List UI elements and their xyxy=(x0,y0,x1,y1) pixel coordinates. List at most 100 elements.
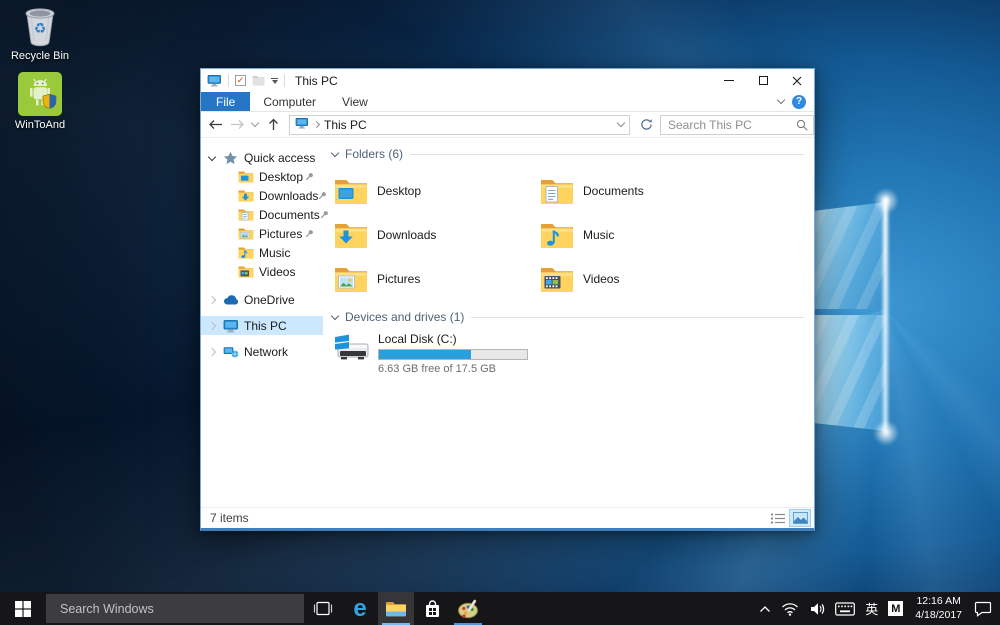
customize-qat-dropdown[interactable] xyxy=(271,78,278,84)
uac-shield-icon xyxy=(43,94,56,108)
chevron-collapsed-icon[interactable] xyxy=(208,347,216,355)
recycle-bin-desktop-icon[interactable]: ♻ Recycle Bin xyxy=(2,5,78,62)
chevron-collapsed-icon[interactable] xyxy=(208,321,216,329)
sidebar-item-this-pc[interactable]: This PC xyxy=(201,316,323,335)
network-icon xyxy=(222,345,239,358)
ime-language-indicator[interactable]: 英 xyxy=(860,592,883,625)
task-view-icon xyxy=(313,601,333,616)
item-count: 7 items xyxy=(210,511,249,525)
maximize-button[interactable] xyxy=(746,69,780,92)
quick-access-star-icon xyxy=(222,151,239,165)
forward-button-disabled[interactable] xyxy=(227,115,247,135)
sidebar-item-quick-access[interactable]: Quick access xyxy=(201,148,323,167)
sidebar-item-desktop[interactable]: Desktop xyxy=(201,167,323,186)
back-button[interactable] xyxy=(205,115,225,135)
pin-icon xyxy=(320,210,329,219)
minimize-button[interactable] xyxy=(712,69,746,92)
title-bar[interactable]: ✓ This PC xyxy=(201,69,814,92)
edge-icon: e xyxy=(353,597,366,621)
thumbnail-view-button[interactable] xyxy=(789,509,811,527)
show-hidden-icons-button[interactable] xyxy=(754,592,776,625)
ime-mode-badge: M xyxy=(888,601,903,616)
search-input[interactable] xyxy=(666,117,796,133)
chevron-collapsed-icon[interactable] xyxy=(208,295,216,303)
desktop: ♻ Recycle Bin WinToAnd xyxy=(0,0,1000,625)
status-bar: 7 items xyxy=(201,507,814,528)
speaker-icon xyxy=(809,602,825,616)
taskbar-paint-palette-button[interactable] xyxy=(450,592,486,625)
start-button[interactable] xyxy=(0,592,46,625)
breadcrumb[interactable]: This PC xyxy=(324,118,367,132)
collapse-group-chevron-icon[interactable] xyxy=(331,311,339,319)
sidebar-item-music[interactable]: Music xyxy=(201,243,323,262)
group-header-folders[interactable]: Folders (6) xyxy=(332,146,808,162)
system-tray: 英 M 12:16 AM 4/18/2017 xyxy=(754,592,1000,625)
drive-usage-fill xyxy=(379,350,471,359)
sidebar-item-downloads[interactable]: Downloads xyxy=(201,186,323,205)
chevron-expanded-icon[interactable] xyxy=(208,152,216,160)
folder-tile-downloads[interactable]: Downloads xyxy=(334,213,540,257)
breadcrumb-chevron-icon xyxy=(313,121,320,128)
desktop-folder-icon xyxy=(237,170,254,183)
sidebar-item-onedrive[interactable]: OneDrive xyxy=(201,290,323,309)
recent-locations-chevron[interactable] xyxy=(249,115,261,135)
sidebar-item-videos[interactable]: Videos xyxy=(201,262,323,281)
details-view-button[interactable] xyxy=(767,509,789,527)
tab-view[interactable]: View xyxy=(329,92,381,111)
pin-icon xyxy=(305,172,314,181)
tab-computer[interactable]: Computer xyxy=(250,92,329,111)
this-pc-window-icon xyxy=(207,74,222,87)
tab-file[interactable]: File xyxy=(201,92,250,111)
folder-tile-videos[interactable]: Videos xyxy=(540,257,746,301)
help-button[interactable]: ? xyxy=(792,95,806,109)
address-dropdown-chevron[interactable] xyxy=(617,119,625,127)
quick-access-toolbar: ✓ xyxy=(207,74,285,87)
drive-tile-local-disk-c[interactable]: Local Disk (C:) 6.63 GB free of 17.5 GB xyxy=(334,332,808,375)
touch-keyboard-button[interactable] xyxy=(830,592,860,625)
music-folder-icon xyxy=(540,221,574,249)
search-box[interactable] xyxy=(660,115,814,135)
sidebar-item-network[interactable]: Network xyxy=(201,342,323,361)
properties-qat-button[interactable]: ✓ xyxy=(235,75,246,86)
folder-tile-music[interactable]: Music xyxy=(540,213,746,257)
clock-time: 12:16 AM xyxy=(916,595,960,609)
group-rule xyxy=(471,317,804,318)
taskbar-search-box[interactable] xyxy=(46,594,304,623)
android-app-icon xyxy=(18,72,62,116)
new-folder-qat-button-disabled[interactable] xyxy=(252,75,265,86)
taskbar-file-explorer-button[interactable] xyxy=(378,592,414,625)
ime-mode-button[interactable]: M xyxy=(883,592,908,625)
wintoand-desktop-icon[interactable]: WinToAnd xyxy=(2,72,78,131)
refresh-button[interactable] xyxy=(636,115,656,135)
taskbar-store-button[interactable] xyxy=(414,592,450,625)
volume-button[interactable] xyxy=(804,592,830,625)
this-pc-address-icon xyxy=(295,117,309,132)
folder-tile-desktop[interactable]: Desktop xyxy=(334,169,540,213)
group-header-devices[interactable]: Devices and drives (1) xyxy=(332,309,808,325)
sidebar-item-pictures[interactable]: Pictures xyxy=(201,224,323,243)
pin-icon xyxy=(318,191,327,200)
navigation-pane: Quick access Desktop Downloads xyxy=(201,138,323,507)
sidebar-item-documents[interactable]: Documents xyxy=(201,205,323,224)
wifi-button[interactable] xyxy=(776,592,804,625)
desktop-icon-label: WinToAnd xyxy=(15,119,65,131)
pin-icon xyxy=(305,229,314,238)
taskbar-clock[interactable]: 12:16 AM 4/18/2017 xyxy=(908,595,969,622)
this-pc-icon xyxy=(222,319,239,333)
task-view-button[interactable] xyxy=(304,592,342,625)
expand-ribbon-chevron-icon[interactable] xyxy=(777,96,785,104)
collapse-group-chevron-icon[interactable] xyxy=(331,148,339,156)
close-button[interactable] xyxy=(780,69,814,92)
taskbar-edge-button[interactable]: e xyxy=(342,592,378,625)
taskbar-search-input[interactable] xyxy=(58,601,278,617)
folder-tile-documents[interactable]: Documents xyxy=(540,169,746,213)
action-center-button[interactable] xyxy=(969,592,997,625)
address-bar[interactable]: This PC xyxy=(289,115,630,135)
ribbon-tabs: File Computer View ? xyxy=(201,92,814,112)
folder-tile-pictures[interactable]: Pictures xyxy=(334,257,540,301)
drive-usage-bar xyxy=(378,349,528,360)
separator xyxy=(284,74,285,87)
up-button[interactable] xyxy=(263,115,283,135)
music-folder-icon xyxy=(237,246,254,259)
hard-disk-icon xyxy=(334,332,370,364)
